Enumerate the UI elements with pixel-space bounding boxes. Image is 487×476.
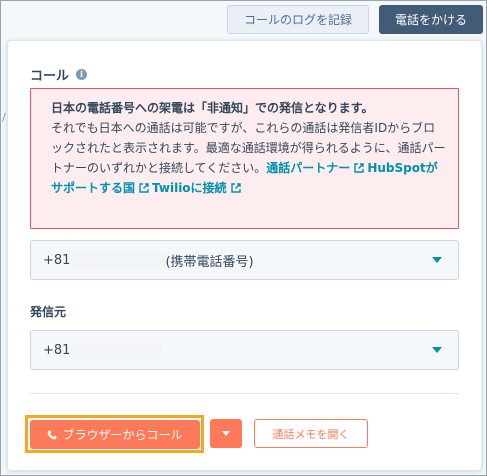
external-link-icon <box>139 183 149 193</box>
to-number-prefix: +81 <box>43 252 71 268</box>
browser-call-button[interactable]: ブラウザーからコール <box>30 420 200 449</box>
to-number-select[interactable]: +81 (携帯電話番号) <box>30 240 459 280</box>
caret-down-icon <box>222 431 230 436</box>
open-notes-button[interactable]: 通話メモを開く <box>254 419 368 448</box>
phone-icon <box>48 430 57 439</box>
external-link-icon <box>230 183 241 193</box>
top-toolbar: コールのログを記録 電話をかける <box>0 0 487 40</box>
link-connect-twilio[interactable]: Twilioに接続 <box>152 181 244 195</box>
browser-call-label[interactable]: ブラウザーからコール <box>62 426 182 443</box>
call-options-dropdown[interactable] <box>210 419 242 448</box>
edge-marker: / <box>2 111 6 124</box>
link-connect-twilio-label[interactable]: Twilioに接続 <box>152 181 227 195</box>
chevron-down-icon <box>432 257 442 263</box>
log-call-button[interactable]: コールのログを記録 <box>227 5 369 34</box>
panel-title: コール i <box>30 65 88 84</box>
from-label: 発信元 <box>30 305 67 319</box>
link-calling-partners-label[interactable]: 通話パートナー <box>266 161 350 175</box>
external-link-icon <box>354 163 365 173</box>
start-call-button[interactable]: 電話をかける <box>379 5 483 34</box>
browser-call-highlight: ブラウザーからコール <box>25 415 204 453</box>
panel-title-text: コール <box>30 69 70 84</box>
info-icon[interactable]: i <box>76 69 88 80</box>
alert-heading: 日本の電話番号への架電は「非通知」での発信となります。 <box>51 101 374 115</box>
divider <box>30 393 459 394</box>
caller-id-alert: 日本の電話番号への架電は「非通知」での発信となります。 それでも日本への通話は可能… <box>30 88 459 229</box>
from-number-select[interactable]: +81 <box>30 330 459 370</box>
to-number-type: (携帯電話番号) <box>165 254 254 270</box>
redacted-number <box>72 252 166 268</box>
redacted-number <box>72 342 163 358</box>
from-number-prefix: +81 <box>43 342 71 358</box>
call-panel: コール i 日本の電話番号への架電は「非通知」での発信となります。 それでも日本へ… <box>7 40 482 471</box>
link-calling-partners[interactable]: 通話パートナー <box>266 161 367 175</box>
chevron-down-icon <box>432 347 442 353</box>
